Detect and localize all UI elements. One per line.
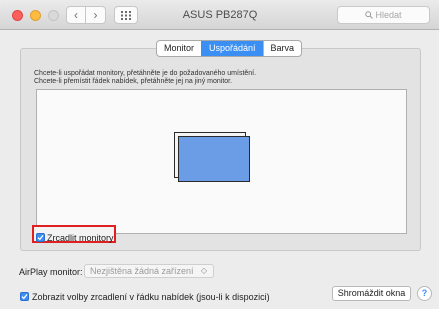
instruction-line: Chcete-li uspořádat monitory, přetáhněte…	[34, 70, 257, 77]
window-title: ASUS PB287Q	[182, 9, 258, 21]
arrangement-panel: Chcete-li uspořádat monitory, přetáhněte…	[20, 48, 421, 251]
preferences-window: ‹ › ASUS PB287Q Hledat Monitor Uspořádán…	[0, 0, 439, 309]
help-icon[interactable]: ?	[417, 286, 432, 301]
airplay-select[interactable]: Nezjištěna žádná zařízení ◇	[84, 264, 214, 278]
back-button[interactable]: ‹	[66, 6, 86, 24]
monitor-arrangement-area[interactable]	[36, 89, 407, 234]
mirror-displays-label: Zrcadlit monitory	[47, 232, 114, 243]
tab-bar: Monitor Uspořádání Barva	[156, 40, 303, 57]
gather-windows-button[interactable]: Shromáždit okna	[332, 286, 411, 301]
checkmark-icon	[21, 294, 28, 300]
airplay-select-value: Nezjištěna žádná zařízení	[90, 266, 194, 276]
grid-icon	[121, 11, 131, 20]
chevron-right-icon: ›	[93, 8, 98, 22]
title-bar: ‹ › ASUS PB287Q Hledat	[0, 0, 439, 30]
mirror-displays-option[interactable]: Zrcadlit monitory	[36, 229, 114, 247]
show-mirroring-option[interactable]: Zobrazit volby zrcadlení v řádku nabídek…	[20, 288, 270, 306]
forward-button[interactable]: ›	[86, 6, 106, 24]
chevron-left-icon: ‹	[74, 8, 78, 22]
checkmark-icon	[37, 235, 44, 241]
search-field[interactable]: Hledat	[337, 6, 430, 24]
show-all-button[interactable]	[114, 6, 138, 24]
show-mirroring-label: Zobrazit volby zrcadlení v řádku nabídek…	[32, 291, 270, 302]
mirror-displays-checkbox[interactable]	[36, 233, 45, 243]
search-placeholder: Hledat	[375, 10, 402, 20]
tab-color[interactable]: Barva	[262, 41, 302, 56]
zoom-window-button[interactable]	[48, 10, 59, 21]
instruction-line: Chcete-li přemístit řádek nabídek, přetá…	[34, 78, 233, 85]
close-window-button[interactable]	[12, 10, 23, 21]
show-mirroring-checkbox[interactable]	[20, 292, 29, 302]
search-icon	[365, 10, 374, 19]
minimize-window-button[interactable]	[30, 10, 41, 21]
mirror-displays-highlight: Zrcadlit monitory	[32, 225, 116, 243]
mirrored-monitor-thumbnail[interactable]	[178, 136, 250, 182]
airplay-label: AirPlay monitor:	[19, 267, 83, 277]
select-arrows-icon: ◇	[200, 266, 207, 275]
tab-arrangement[interactable]: Uspořádání	[201, 41, 263, 56]
tab-monitor[interactable]: Monitor	[157, 41, 201, 56]
arrangement-instructions: Chcete-li uspořádat monitory, přetáhněte…	[34, 70, 256, 86]
